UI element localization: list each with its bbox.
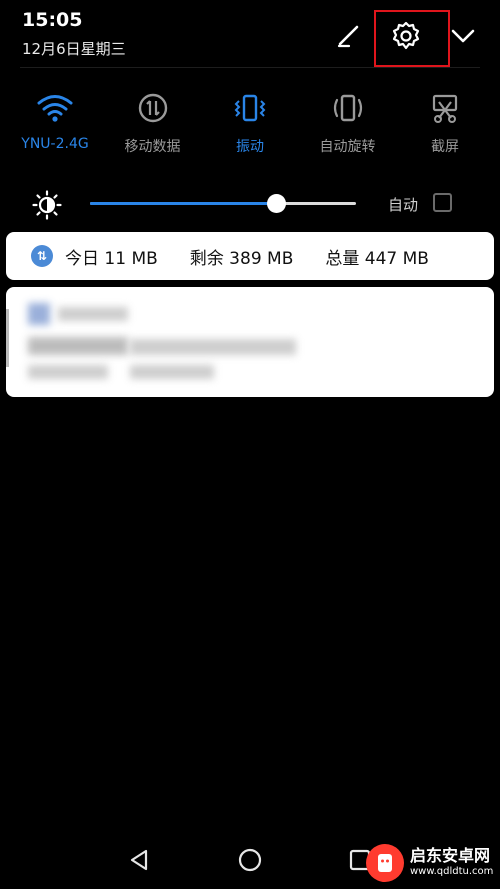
toggle-wifi[interactable]: YNU-2.4G [10,88,100,156]
wifi-icon [37,95,73,122]
auto-brightness-checkbox[interactable] [433,193,452,212]
notification-body-3 [130,365,214,379]
watermark-logo-icon [366,844,404,882]
notification-body-1 [130,339,296,355]
toggle-auto-rotate-label: 自动旋转 [319,139,376,155]
status-area: 15:05 12月6日星期三 [22,8,126,59]
data-today: 今日 11 MB [65,248,158,269]
auto-brightness-label: 自动 [388,196,419,214]
toggle-screenshot[interactable]: 截屏 [400,88,490,156]
brightness-slider[interactable] [90,194,356,213]
chevron-down-icon [451,29,475,43]
notification-app-name [58,307,128,321]
toggle-vibrate[interactable]: 振动 [205,88,295,156]
notification-edge [6,309,9,367]
toggle-auto-rotate[interactable]: 自动旋转 [303,88,393,156]
brightness-row: 自动 [30,188,470,220]
date-label: 12月6日星期三 [22,40,126,58]
notification-card[interactable] [6,287,494,397]
toggle-wifi-label: YNU-2.4G [21,136,89,152]
brightness-fill [90,202,277,205]
back-button[interactable] [126,846,154,874]
data-remaining: 剩余 389 MB [189,248,294,269]
notification-title [28,337,128,355]
watermark-title: 启东安卓网 [410,846,491,865]
mobile-data-icon [138,93,167,123]
toggle-mobile-data-label: 移动数据 [124,139,181,155]
notification-body-2 [28,365,108,379]
toggle-screenshot-label: 截屏 [431,139,459,155]
data-usage-icon: ⇅ [31,245,53,267]
data-total: 总量 447 MB [325,248,429,269]
pencil-icon [337,25,359,48]
data-usage-card[interactable]: ⇅ 今日 11 MB 剩余 389 MB 总量 447 MB [6,232,494,280]
auto-rotate-icon [333,94,362,122]
back-triangle-icon [130,849,148,871]
notification-app-icon [28,303,50,325]
header-divider [20,67,480,68]
collapse-panel-button[interactable] [446,18,480,52]
watermark: 启东安卓网 www.qdldtu.com [358,838,500,889]
home-circle-icon [238,848,262,872]
home-button[interactable] [236,846,264,874]
edit-button[interactable] [332,18,366,52]
settings-highlight-frame [374,10,450,67]
toggle-vibrate-label: 振动 [236,139,264,155]
screenshot-icon [432,94,458,123]
brightness-thumb[interactable] [267,194,287,213]
toggle-mobile-data[interactable]: 移动数据 [108,88,198,156]
quick-settings-toggles: YNU-2.4G 移动数据 振动 自动旋转 截屏 [10,88,490,156]
watermark-url: www.qdldtu.com [410,866,494,877]
brightness-icon [32,190,62,220]
clock-time: 15:05 [22,9,83,31]
vibrate-icon [234,94,266,122]
